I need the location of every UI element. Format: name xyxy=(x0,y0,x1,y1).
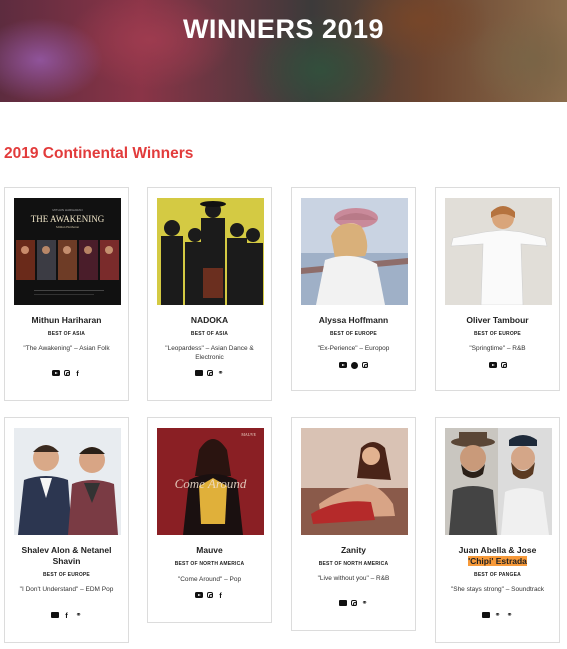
winner-song: "Come Around" – Pop xyxy=(177,576,242,583)
winner-card[interactable]: Zanity BEST OF NORTH AMERICA "Live witho… xyxy=(291,417,416,631)
winner-name: Mithun Hariharan xyxy=(31,315,102,325)
instagram-icon[interactable] xyxy=(350,600,357,606)
soundcloud-icon[interactable] xyxy=(481,612,490,618)
winner-song: "I Don't Understand" – EDM Pop xyxy=(19,586,114,593)
winner-song: "Ex-Perience" – Europop xyxy=(317,345,390,352)
album-cover-image: MAUVE Come Around xyxy=(157,428,264,535)
facebook-icon[interactable]: f xyxy=(74,370,82,378)
winner-card[interactable]: MAUVE Come Around Mauve BEST OF NORTH AM… xyxy=(147,417,272,623)
page-title: WINNERS 2019 xyxy=(182,14,385,44)
winner-category: BEST OF ASIA xyxy=(190,331,229,337)
winner-card[interactable]: NADOKA BEST OF ASIA "Leopardess" – Asian… xyxy=(147,187,272,401)
social-links xyxy=(292,362,415,369)
album-artist: Mithun Hariharan xyxy=(56,225,79,229)
winner-category: BEST OF EUROPE xyxy=(43,572,90,578)
link-icon[interactable]: ⚭ xyxy=(361,600,369,607)
winner-name: NADOKA xyxy=(190,315,229,325)
winner-song: "Springtime" – R&B xyxy=(469,345,526,352)
winner-song: "The Awakening" – Asian Folk xyxy=(23,345,110,352)
social-links: ⚭ ⚭ xyxy=(436,612,559,619)
winner-name: Mauve xyxy=(196,545,223,555)
youtube-icon[interactable] xyxy=(194,592,203,598)
winner-name: Alyssa Hoffmann xyxy=(318,315,389,325)
instagram-icon[interactable] xyxy=(500,362,507,368)
album-title: THE AWAKENING xyxy=(31,214,105,224)
winner-category: BEST OF NORTH AMERICA xyxy=(318,561,389,567)
winner-song: "Leopardess" – Asian Dance & Electronic xyxy=(165,345,254,361)
artist-photo xyxy=(301,198,408,305)
winner-category: BEST OF NORTH AMERICA xyxy=(174,561,245,567)
winner-name: Oliver Tambour xyxy=(466,315,529,325)
artist-photo xyxy=(301,428,408,535)
hero-banner: WINNERS 2019 xyxy=(0,0,567,102)
instagram-icon[interactable] xyxy=(63,370,70,376)
soundcloud-icon[interactable] xyxy=(50,612,59,618)
winner-card[interactable]: Alyssa Hoffmann BEST OF EUROPE "Ex-Perie… xyxy=(291,187,416,391)
social-links xyxy=(436,362,559,368)
winner-name-line1: Juan Abella & Jose xyxy=(458,545,537,555)
link-icon[interactable]: ⚭ xyxy=(217,370,225,377)
album-cover-image: MITHUN HARIHARAN THE AWAKENING Mithun Ha… xyxy=(14,198,121,305)
album-brand: MAUVE xyxy=(241,432,256,437)
facebook-icon[interactable]: f xyxy=(217,592,225,600)
social-links: f xyxy=(148,592,271,599)
winner-card[interactable]: Oliver Tambour BEST OF EUROPE "Springtim… xyxy=(435,187,560,391)
social-links: f xyxy=(5,370,128,377)
winner-card[interactable]: MITHUN HARIHARAN THE AWAKENING Mithun Ha… xyxy=(4,187,129,401)
artist-photo xyxy=(14,428,121,535)
facebook-icon[interactable]: f xyxy=(63,612,71,620)
link-icon[interactable]: ⚭ xyxy=(506,612,514,619)
album-artist-small: MITHUN HARIHARAN xyxy=(52,208,82,212)
winner-card[interactable]: Juan Abella & Jose 'Chipi' Estrada BEST … xyxy=(435,417,560,643)
winner-category: BEST OF ASIA xyxy=(47,331,86,337)
winner-card[interactable]: Shalev Alon & Netanel Shavin BEST OF EUR… xyxy=(4,417,129,643)
winner-category: BEST OF PANGEA xyxy=(474,572,521,578)
social-links: ⚭ xyxy=(292,600,415,607)
soundcloud-icon[interactable] xyxy=(194,370,203,376)
youtube-icon[interactable] xyxy=(51,370,60,376)
artist-photo xyxy=(157,198,264,305)
soundcloud-icon[interactable] xyxy=(338,600,347,606)
social-links: f ⚭ xyxy=(5,612,128,619)
artist-photo xyxy=(445,428,552,535)
winner-name: Zanity xyxy=(340,545,367,555)
winner-name-line2: 'Chipi' Estrada xyxy=(468,556,527,566)
winner-name: Shalev Alon & Netanel Shavin xyxy=(21,545,112,566)
winner-song: "She stays strong" – Soundtrack xyxy=(450,586,545,593)
link-icon[interactable]: ⚭ xyxy=(75,612,83,619)
winner-name: Juan Abella & Jose 'Chipi' Estrada xyxy=(438,545,557,567)
link-icon[interactable]: ⚭ xyxy=(494,612,502,619)
youtube-icon[interactable] xyxy=(339,362,347,368)
instagram-icon[interactable] xyxy=(206,370,213,376)
section-title: 2019 Continental Winners xyxy=(4,145,194,162)
spotify-icon[interactable] xyxy=(351,362,358,369)
winner-category: BEST OF EUROPE xyxy=(474,331,521,337)
winner-song: "Live without you" – R&B xyxy=(317,575,390,582)
instagram-icon[interactable] xyxy=(362,362,368,368)
youtube-icon[interactable] xyxy=(488,362,497,368)
album-title: Come Around xyxy=(175,476,247,491)
artist-photo xyxy=(445,198,552,305)
winner-category: BEST OF EUROPE xyxy=(330,331,377,337)
social-links: ⚭ xyxy=(148,370,271,377)
instagram-icon[interactable] xyxy=(206,592,213,598)
